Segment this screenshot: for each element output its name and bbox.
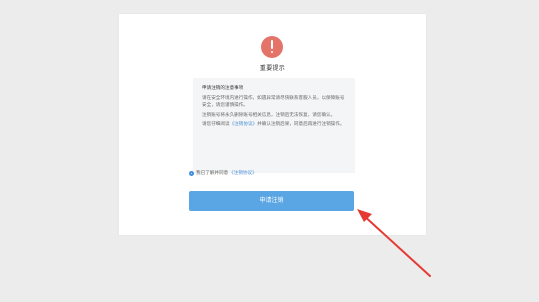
red-arrow-annotation xyxy=(357,209,431,277)
